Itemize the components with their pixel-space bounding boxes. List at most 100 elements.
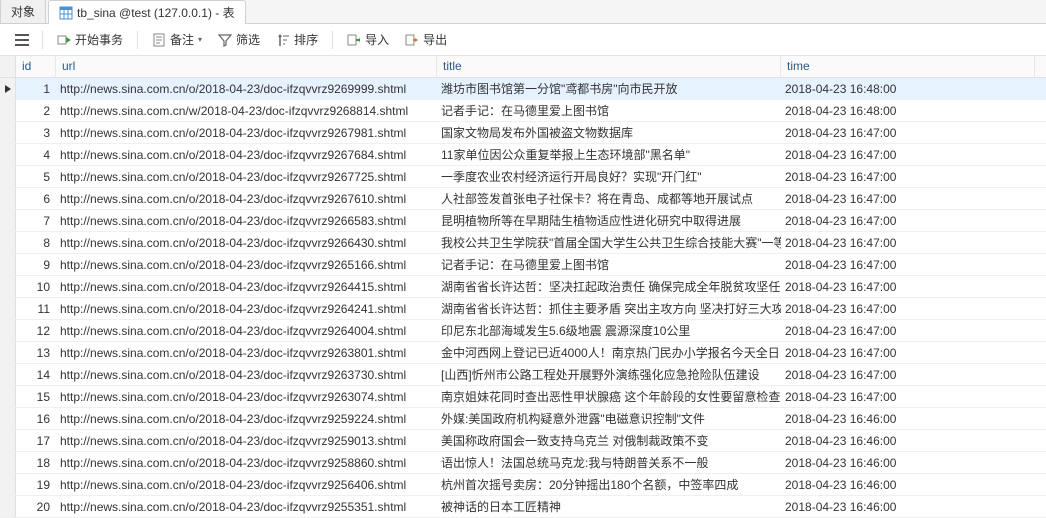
menu-button[interactable]	[8, 30, 34, 50]
cell-url[interactable]: http://news.sina.com.cn/o/2018-04-23/doc…	[56, 170, 437, 184]
table-row[interactable]: 4http://news.sina.com.cn/o/2018-04-23/do…	[0, 144, 1046, 166]
cell-id[interactable]: 18	[16, 456, 56, 470]
cell-id[interactable]: 4	[16, 148, 56, 162]
table-row[interactable]: 10http://news.sina.com.cn/o/2018-04-23/d…	[0, 276, 1046, 298]
cell-url[interactable]: http://news.sina.com.cn/o/2018-04-23/doc…	[56, 148, 437, 162]
cell-time[interactable]: 2018-04-23 16:47:00	[781, 170, 1035, 184]
cell-id[interactable]: 7	[16, 214, 56, 228]
table-row[interactable]: 9http://news.sina.com.cn/o/2018-04-23/do…	[0, 254, 1046, 276]
cell-url[interactable]: http://news.sina.com.cn/o/2018-04-23/doc…	[56, 368, 437, 382]
cell-title[interactable]: 外媒:美国政府机构疑意外泄露"电磁意识控制"文件	[437, 410, 781, 427]
cell-time[interactable]: 2018-04-23 16:47:00	[781, 236, 1035, 250]
table-row[interactable]: 16http://news.sina.com.cn/o/2018-04-23/d…	[0, 408, 1046, 430]
filter-button[interactable]: 筛选	[212, 28, 266, 51]
header-url[interactable]: url	[56, 56, 437, 77]
cell-title[interactable]: 人社部签发首张电子社保卡？将在青岛、成都等地开展试点	[437, 190, 781, 207]
cell-url[interactable]: http://news.sina.com.cn/o/2018-04-23/doc…	[56, 214, 437, 228]
cell-url[interactable]: http://news.sina.com.cn/o/2018-04-23/doc…	[56, 434, 437, 448]
header-id[interactable]: id	[16, 56, 56, 77]
table-row[interactable]: 1http://news.sina.com.cn/o/2018-04-23/do…	[0, 78, 1046, 100]
table-row[interactable]: 7http://news.sina.com.cn/o/2018-04-23/do…	[0, 210, 1046, 232]
cell-url[interactable]: http://news.sina.com.cn/o/2018-04-23/doc…	[56, 192, 437, 206]
table-row[interactable]: 15http://news.sina.com.cn/o/2018-04-23/d…	[0, 386, 1046, 408]
header-title[interactable]: title	[437, 56, 781, 77]
table-row[interactable]: 19http://news.sina.com.cn/o/2018-04-23/d…	[0, 474, 1046, 496]
cell-time[interactable]: 2018-04-23 16:47:00	[781, 346, 1035, 360]
memo-button[interactable]: 备注 ▾	[146, 28, 208, 51]
import-button[interactable]: 导入	[341, 28, 395, 51]
export-button[interactable]: 导出	[399, 28, 453, 51]
tab-objects[interactable]: 对象	[0, 0, 46, 23]
table-row[interactable]: 13http://news.sina.com.cn/o/2018-04-23/d…	[0, 342, 1046, 364]
cell-title[interactable]: 记者手记：在马德里爱上图书馆	[437, 102, 781, 119]
header-time[interactable]: time	[781, 56, 1035, 77]
cell-url[interactable]: http://news.sina.com.cn/o/2018-04-23/doc…	[56, 126, 437, 140]
sort-button[interactable]: 排序	[270, 28, 324, 51]
table-row[interactable]: 20http://news.sina.com.cn/o/2018-04-23/d…	[0, 496, 1046, 518]
cell-time[interactable]: 2018-04-23 16:48:00	[781, 82, 1035, 96]
cell-url[interactable]: http://news.sina.com.cn/o/2018-04-23/doc…	[56, 346, 437, 360]
cell-url[interactable]: http://news.sina.com.cn/o/2018-04-23/doc…	[56, 412, 437, 426]
cell-id[interactable]: 1	[16, 82, 56, 96]
cell-id[interactable]: 9	[16, 258, 56, 272]
cell-time[interactable]: 2018-04-23 16:48:00	[781, 104, 1035, 118]
cell-time[interactable]: 2018-04-23 16:47:00	[781, 390, 1035, 404]
cell-time[interactable]: 2018-04-23 16:47:00	[781, 214, 1035, 228]
cell-id[interactable]: 13	[16, 346, 56, 360]
cell-id[interactable]: 20	[16, 500, 56, 514]
cell-url[interactable]: http://news.sina.com.cn/o/2018-04-23/doc…	[56, 236, 437, 250]
cell-time[interactable]: 2018-04-23 16:46:00	[781, 412, 1035, 426]
cell-url[interactable]: http://news.sina.com.cn/w/2018-04-23/doc…	[56, 104, 437, 118]
cell-id[interactable]: 15	[16, 390, 56, 404]
table-row[interactable]: 17http://news.sina.com.cn/o/2018-04-23/d…	[0, 430, 1046, 452]
cell-id[interactable]: 6	[16, 192, 56, 206]
table-row[interactable]: 14http://news.sina.com.cn/o/2018-04-23/d…	[0, 364, 1046, 386]
cell-title[interactable]: 杭州首次摇号卖房：20分钟摇出180个名额，中签率四成	[437, 476, 781, 493]
cell-title[interactable]: 昆明植物所等在早期陆生植物适应性进化研究中取得进展	[437, 212, 781, 229]
cell-title[interactable]: 语出惊人！法国总统马克龙:我与特朗普关系不一般	[437, 454, 781, 471]
cell-time[interactable]: 2018-04-23 16:46:00	[781, 434, 1035, 448]
cell-time[interactable]: 2018-04-23 16:46:00	[781, 500, 1035, 514]
data-grid[interactable]: 1http://news.sina.com.cn/o/2018-04-23/do…	[0, 78, 1046, 518]
cell-title[interactable]: 南京姐妹花同时查出恶性甲状腺癌 这个年龄段的女性要留意检查	[437, 388, 781, 405]
cell-id[interactable]: 17	[16, 434, 56, 448]
cell-time[interactable]: 2018-04-23 16:47:00	[781, 324, 1035, 338]
cell-title[interactable]: [山西]忻州市公路工程处开展野外演练强化应急抢险队伍建设	[437, 366, 781, 383]
tab-table[interactable]: tb_sina @test (127.0.0.1) - 表	[48, 0, 246, 24]
cell-id[interactable]: 3	[16, 126, 56, 140]
cell-url[interactable]: http://news.sina.com.cn/o/2018-04-23/doc…	[56, 478, 437, 492]
cell-title[interactable]: 印尼东北部海域发生5.6级地震 震源深度10公里	[437, 322, 781, 339]
cell-title[interactable]: 美国称政府国会一致支持乌克兰 对俄制裁政策不变	[437, 432, 781, 449]
table-row[interactable]: 3http://news.sina.com.cn/o/2018-04-23/do…	[0, 122, 1046, 144]
cell-id[interactable]: 11	[16, 302, 56, 316]
cell-id[interactable]: 10	[16, 280, 56, 294]
cell-url[interactable]: http://news.sina.com.cn/o/2018-04-23/doc…	[56, 324, 437, 338]
cell-url[interactable]: http://news.sina.com.cn/o/2018-04-23/doc…	[56, 82, 437, 96]
cell-time[interactable]: 2018-04-23 16:46:00	[781, 478, 1035, 492]
cell-url[interactable]: http://news.sina.com.cn/o/2018-04-23/doc…	[56, 302, 437, 316]
table-row[interactable]: 18http://news.sina.com.cn/o/2018-04-23/d…	[0, 452, 1046, 474]
cell-time[interactable]: 2018-04-23 16:47:00	[781, 192, 1035, 206]
cell-title[interactable]: 被神话的日本工匠精神	[437, 498, 781, 515]
cell-title[interactable]: 湖南省省长许达哲：坚决扛起政治责任 确保完成全年脱贫攻坚任	[437, 278, 781, 295]
cell-id[interactable]: 5	[16, 170, 56, 184]
cell-url[interactable]: http://news.sina.com.cn/o/2018-04-23/doc…	[56, 390, 437, 404]
cell-id[interactable]: 16	[16, 412, 56, 426]
cell-time[interactable]: 2018-04-23 16:47:00	[781, 280, 1035, 294]
cell-title[interactable]: 潍坊市图书馆第一分馆"鸢都书房"向市民开放	[437, 80, 781, 97]
cell-title[interactable]: 一季度农业农村经济运行开局良好？实现"开门红"	[437, 168, 781, 185]
cell-title[interactable]: 湖南省省长许达哲：抓住主要矛盾 突出主攻方向 坚决打好三大攻	[437, 300, 781, 317]
cell-title[interactable]: 金中河西网上登记已近4000人！南京热门民办小学报名今天全日	[437, 344, 781, 361]
cell-id[interactable]: 12	[16, 324, 56, 338]
cell-id[interactable]: 19	[16, 478, 56, 492]
cell-time[interactable]: 2018-04-23 16:47:00	[781, 302, 1035, 316]
cell-title[interactable]: 国家文物局发布外国被盗文物数据库	[437, 124, 781, 141]
cell-url[interactable]: http://news.sina.com.cn/o/2018-04-23/doc…	[56, 280, 437, 294]
cell-title[interactable]: 记者手记：在马德里爱上图书馆	[437, 256, 781, 273]
table-row[interactable]: 2http://news.sina.com.cn/w/2018-04-23/do…	[0, 100, 1046, 122]
cell-title[interactable]: 11家单位因公众重复举报上生态环境部"黑名单"	[437, 146, 781, 163]
begin-transaction-button[interactable]: 开始事务	[51, 28, 129, 51]
cell-id[interactable]: 2	[16, 104, 56, 118]
cell-url[interactable]: http://news.sina.com.cn/o/2018-04-23/doc…	[56, 500, 437, 514]
cell-title[interactable]: 我校公共卫生学院获"首届全国大学生公共卫生综合技能大赛"一等	[437, 234, 781, 251]
